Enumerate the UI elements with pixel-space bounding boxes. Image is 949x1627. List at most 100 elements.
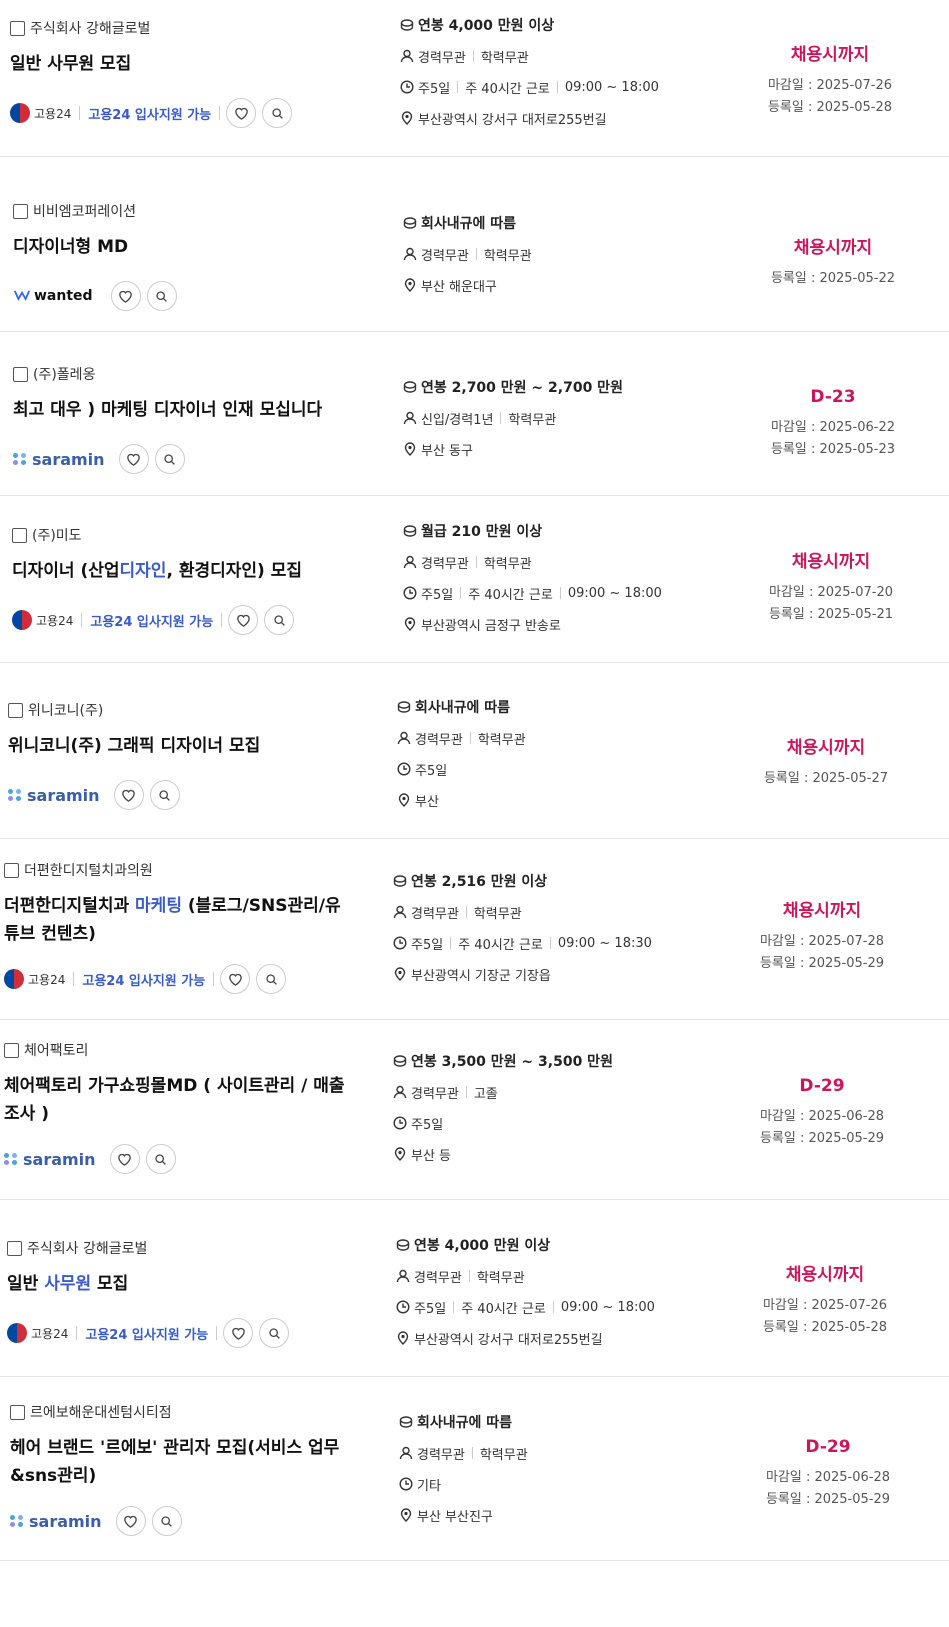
- search-button[interactable]: [145, 1144, 176, 1174]
- select-checkbox[interactable]: [10, 20, 25, 36]
- select-checkbox[interactable]: [4, 1042, 19, 1058]
- education-text: 학력무관: [483, 556, 532, 572]
- job-row[interactable]: 위니코니(주) 위니코니(주) 그래픽 디자이너 모집 saramin 회사내규에 따…: [0, 663, 949, 839]
- job-row[interactable]: 체어팩토리체어팩토리 가구쇼핑몰MD ( 사이트관리 / 매출조사 ) saram…: [0, 1020, 949, 1200]
- company-name[interactable]: 주식회사 강해글로벌: [27, 1238, 147, 1258]
- search-icon: [271, 107, 284, 120]
- divider: [469, 732, 471, 744]
- source-row: wanted: [13, 281, 358, 311]
- apply-support-link[interactable]: 고용24 입사지원 가능: [90, 611, 213, 630]
- clock-icon: [396, 1300, 410, 1314]
- like-button[interactable]: [223, 1318, 254, 1348]
- wanted-mark-icon: [13, 288, 31, 305]
- taegeuk-icon: [7, 1323, 27, 1343]
- career-text: 경력무관: [411, 906, 459, 922]
- search-button[interactable]: [149, 780, 180, 810]
- job-title[interactable]: 체어팩토리 가구쇼핑몰MD ( 사이트관리 / 매출조사 ): [4, 1072, 349, 1128]
- company-name[interactable]: 더편한디지털치과의원: [24, 860, 153, 880]
- search-button[interactable]: [262, 98, 293, 128]
- company-name[interactable]: 르에보해운대센텀시티점: [30, 1402, 172, 1422]
- job-title[interactable]: 최고 대우 ) 마케팅 디자이너 인재 모십니다: [13, 396, 358, 424]
- person-icon: [393, 1085, 407, 1099]
- like-button[interactable]: [220, 964, 251, 994]
- education-text: 학력무관: [477, 732, 526, 748]
- job-row[interactable]: 비비엠코퍼레이션 디자이너형 MD wanted 회사내규에 따름 경력무관 학력무관 부산…: [0, 157, 949, 332]
- job-conditions: 연봉 2,516 만원 이상 경력무관 학력무관 주5일 주 40시간 근로 09:00 …: [393, 871, 723, 995]
- location-line: 부산광역시 강서구 대저로255번길: [396, 1328, 726, 1348]
- apply-support-link[interactable]: 고용24 입사지원 가능: [85, 1324, 208, 1343]
- company-name[interactable]: 체어팩토리: [24, 1040, 88, 1060]
- select-checkbox[interactable]: [13, 203, 28, 219]
- heart-icon: [117, 1152, 132, 1167]
- pay-text: 월급 210 만원 이상: [421, 524, 543, 540]
- register-date: 등록일 : 2025-05-28: [767, 100, 893, 115]
- apply-support-link[interactable]: 고용24 입사지원 가능: [88, 104, 211, 123]
- company-row: (주)미도: [12, 525, 357, 545]
- taegeuk-icon: [10, 103, 30, 123]
- job-row[interactable]: 주식회사 강해글로벌 일반 사무원 모집 고용24 고용24 입사지원 가능 연봉 4,…: [0, 1200, 949, 1377]
- coin-icon: [403, 216, 417, 230]
- job-row[interactable]: (주)폴레옹 최고 대우 ) 마케팅 디자이너 인재 모십니다 saramin 연봉 …: [0, 332, 949, 496]
- job-title[interactable]: 일반 사무원 모집: [7, 1270, 352, 1298]
- job-row[interactable]: 르에보해운대센텀시티점헤어 브랜드 '르에보' 관리자 모집(서비스 업무&sn…: [0, 1377, 949, 1561]
- job-title[interactable]: 헤어 브랜드 '르에보' 관리자 모집(서비스 업무&sns관리): [10, 1434, 355, 1490]
- job-title[interactable]: 더편한디지털치과 마케팅 (블로그/SNS관리/유튜브 컨텐츠): [4, 892, 349, 948]
- select-checkbox[interactable]: [7, 1240, 22, 1256]
- like-button[interactable]: [113, 780, 144, 810]
- divider: [471, 1447, 473, 1459]
- search-button[interactable]: [154, 444, 185, 474]
- company-name[interactable]: 위니코니(주): [28, 700, 103, 720]
- saramin-dots-icon: [13, 453, 27, 465]
- job-row[interactable]: (주)미도디자이너 (산업디자인, 환경디자인) 모집고용24 고용24 입사지원…: [0, 496, 949, 663]
- apply-support-link[interactable]: 고용24 입사지원 가능: [82, 970, 205, 989]
- source-row: saramin: [8, 780, 353, 810]
- like-button[interactable]: [118, 444, 149, 474]
- deadline-label: D-29: [799, 1076, 845, 1096]
- select-checkbox[interactable]: [10, 1404, 25, 1420]
- source-row: 고용24 고용24 입사지원 가능: [4, 964, 349, 994]
- company-name[interactable]: 비비엠코퍼레이션: [33, 201, 136, 221]
- company-name[interactable]: (주)미도: [32, 525, 82, 545]
- search-button[interactable]: [256, 964, 287, 994]
- select-checkbox[interactable]: [13, 366, 28, 382]
- select-checkbox[interactable]: [4, 862, 19, 878]
- job-title[interactable]: 일반 사무원 모집: [10, 50, 355, 78]
- like-button[interactable]: [226, 98, 257, 128]
- saramin-logo: saramin: [4, 1150, 96, 1169]
- schedule-text: 주5일: [411, 937, 444, 953]
- location-line: 부산 부산진구: [399, 1505, 729, 1525]
- like-button[interactable]: [109, 1144, 140, 1174]
- company-name[interactable]: 주식회사 강해글로벌: [30, 18, 150, 38]
- job-title[interactable]: 디자이너형 MD: [13, 233, 358, 261]
- title-text: 체어팩토리 가구쇼핑몰MD ( 사이트관리 / 매출조사 ): [4, 1076, 345, 1124]
- logo-text: 고용24: [36, 613, 74, 628]
- job-conditions: 연봉 2,700 만원 ~ 2,700 만원 신입/경력1년 학력무관 부산 동구: [403, 377, 733, 470]
- career-line: 경력무관 학력무관: [396, 1266, 726, 1286]
- search-button[interactable]: [259, 1318, 290, 1348]
- coin-icon: [393, 1054, 407, 1068]
- deadline-label: D-23: [810, 387, 856, 407]
- search-button[interactable]: [264, 605, 295, 635]
- search-button[interactable]: [151, 1506, 182, 1536]
- deadline-block: 채용시까지 마감일 : 2025-07-28 등록일 : 2025-05-29: [747, 896, 897, 975]
- job-title[interactable]: 디자이너 (산업디자인, 환경디자인) 모집: [12, 557, 357, 585]
- career-text: 경력무관: [417, 1447, 465, 1463]
- deadline-block: D-29 마감일 : 2025-06-28 등록일 : 2025-05-29: [747, 1076, 897, 1150]
- logo-text: 고용24: [34, 106, 72, 121]
- select-checkbox[interactable]: [12, 527, 27, 543]
- person-icon: [399, 1446, 413, 1460]
- search-button[interactable]: [146, 281, 177, 311]
- schedule-text: 주5일: [421, 587, 454, 603]
- job-row[interactable]: 더편한디지털치과의원더편한디지털치과 마케팅 (블로그/SNS관리/유튜브 컨텐…: [0, 839, 949, 1020]
- career-text: 경력무관: [421, 556, 469, 572]
- job-title[interactable]: 위니코니(주) 그래픽 디자이너 모집: [8, 732, 353, 760]
- like-button[interactable]: [115, 1506, 146, 1536]
- company-name[interactable]: (주)폴레옹: [33, 364, 95, 384]
- job-row[interactable]: 주식회사 강해글로벌 일반 사무원 모집 고용24 고용24 입사지원 가능 연봉 4,…: [0, 0, 949, 157]
- like-button[interactable]: [228, 605, 259, 635]
- select-checkbox[interactable]: [8, 702, 23, 718]
- job-conditions: 회사내규에 따름 경력무관 학력무관 기타 부산 부산진구: [399, 1412, 729, 1536]
- pay-text: 연봉 2,700 만원 ~ 2,700 만원: [421, 380, 623, 396]
- like-button[interactable]: [110, 281, 141, 311]
- close-date: 마감일 : 2025-06-22: [770, 420, 896, 435]
